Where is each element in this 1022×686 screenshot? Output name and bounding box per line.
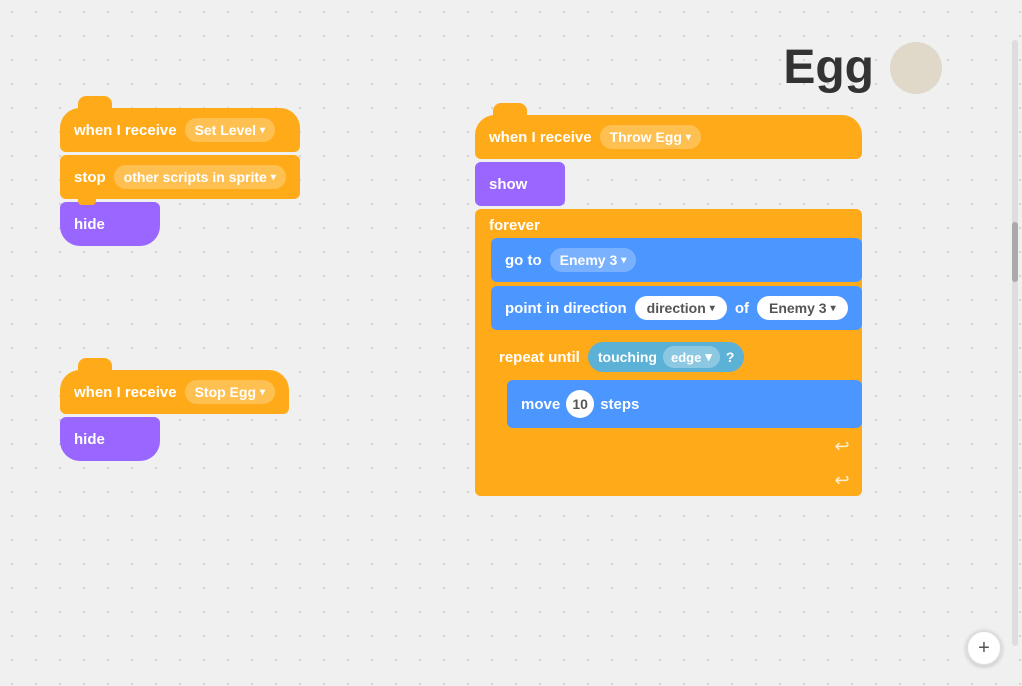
forever-arrow-icon: ↩ [835,470,850,491]
goto-block[interactable]: go to Enemy 3 ▾ [491,238,862,282]
repeat-cap: ↩ [491,432,862,460]
point-direction-block[interactable]: point in direction direction ▾ of Enemy … [491,286,862,330]
zoom-button[interactable]: + [966,630,1002,666]
forever-inner: go to Enemy 3 ▾ point in direction direc… [491,238,862,464]
chevron-down-icon: ▾ [705,349,712,365]
when-receive-label2: when I receive [74,384,177,401]
throw-egg-stack: when I receive Throw Egg ▾ show forever [475,115,862,496]
move-label: move [521,396,560,413]
when-receive-throw-egg-block[interactable]: when I receive Throw Egg ▾ [475,115,862,159]
touching-block[interactable]: touching edge ▾ ? [588,342,745,372]
steps-label: steps [600,396,639,413]
hide-label: hide [74,216,105,233]
direction-dropdown[interactable]: direction ▾ [635,296,727,320]
edge-dropdown[interactable]: edge ▾ [663,346,720,368]
point-label: point in direction [505,300,627,317]
hide-block-1[interactable]: hide [60,202,160,246]
chevron-down-icon: ▾ [260,125,265,136]
throw-egg-dropdown[interactable]: Throw Egg ▾ [600,125,701,149]
of-enemy-dropdown[interactable]: Enemy 3 ▾ [757,296,848,320]
stop-block[interactable]: stop other scripts in sprite ▾ [60,155,300,199]
stop-egg-dropdown[interactable]: Stop Egg ▾ [185,380,275,404]
repeat-until-label-row: repeat until touching edge ▾ ? [491,334,862,380]
forever-block: forever go to Enemy 3 ▾ point in dire [475,209,862,496]
set-level-group: when I receive Set Level ▾ stop other sc… [60,108,300,246]
chevron-down-icon: ▾ [271,172,276,183]
chevron-down-icon: ▾ [621,255,626,266]
chevron-down-icon: ▾ [260,387,265,398]
repeat-inner: move 10 steps [507,380,862,432]
chevron-down-icon: ▾ [831,303,836,314]
sprite-thumbnail [890,42,942,94]
forever-label: forever [475,209,862,238]
set-level-stack: when I receive Set Level ▾ stop other sc… [60,108,300,246]
show-block[interactable]: show [475,162,565,206]
hide-block-2[interactable]: hide [60,417,160,461]
when-receive-set-level-block[interactable]: when I receive Set Level ▾ [60,108,300,152]
goto-dropdown[interactable]: Enemy 3 ▾ [550,248,637,272]
when-receive-label3: when I receive [489,129,592,146]
zoom-plus-icon: + [978,637,990,660]
repeat-arrow-icon: ↩ [835,436,850,457]
set-level-dropdown[interactable]: Set Level ▾ [185,118,276,142]
hide-label2: hide [74,431,105,448]
stop-egg-stack: when I receive Stop Egg ▾ hide [60,370,289,461]
forever-cap: ↩ [475,464,862,496]
move-value-bubble[interactable]: 10 [566,390,594,418]
when-receive-label: when I receive [74,122,177,139]
sprite-title: Egg [783,40,874,95]
scrollbar[interactable] [1012,40,1018,646]
chevron-down-icon: ▾ [710,303,715,314]
scrollbar-thumb[interactable] [1012,222,1018,282]
throw-egg-group: when I receive Throw Egg ▾ show forever [475,115,862,496]
of-text: of [735,300,749,317]
repeat-until-block: repeat until touching edge ▾ ? [491,334,862,460]
move-block[interactable]: move 10 steps [507,380,862,428]
scratch-canvas: Egg when I receive Set Level ▾ stop othe… [0,0,1022,686]
when-receive-stop-egg-block[interactable]: when I receive Stop Egg ▾ [60,370,289,414]
stop-egg-group: when I receive Stop Egg ▾ hide [60,370,289,461]
title-area: Egg [783,40,942,95]
stop-dropdown[interactable]: other scripts in sprite ▾ [114,165,286,189]
show-label: show [489,176,527,193]
stop-label: stop [74,169,106,186]
goto-label: go to [505,252,542,269]
chevron-down-icon: ▾ [686,132,691,143]
